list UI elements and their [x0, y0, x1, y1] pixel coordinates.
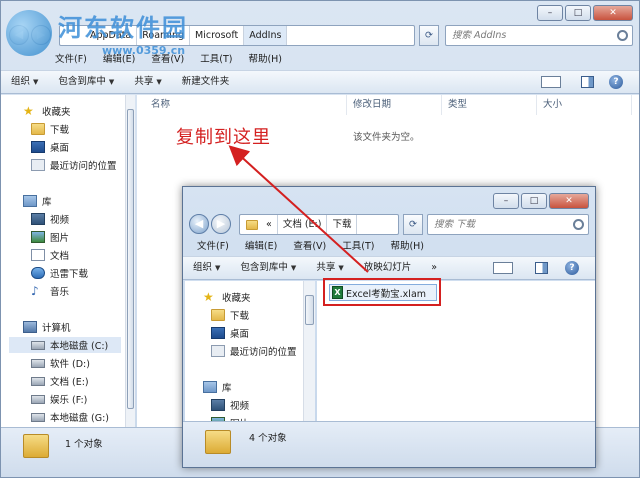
annotation-arrow	[228, 145, 369, 273]
